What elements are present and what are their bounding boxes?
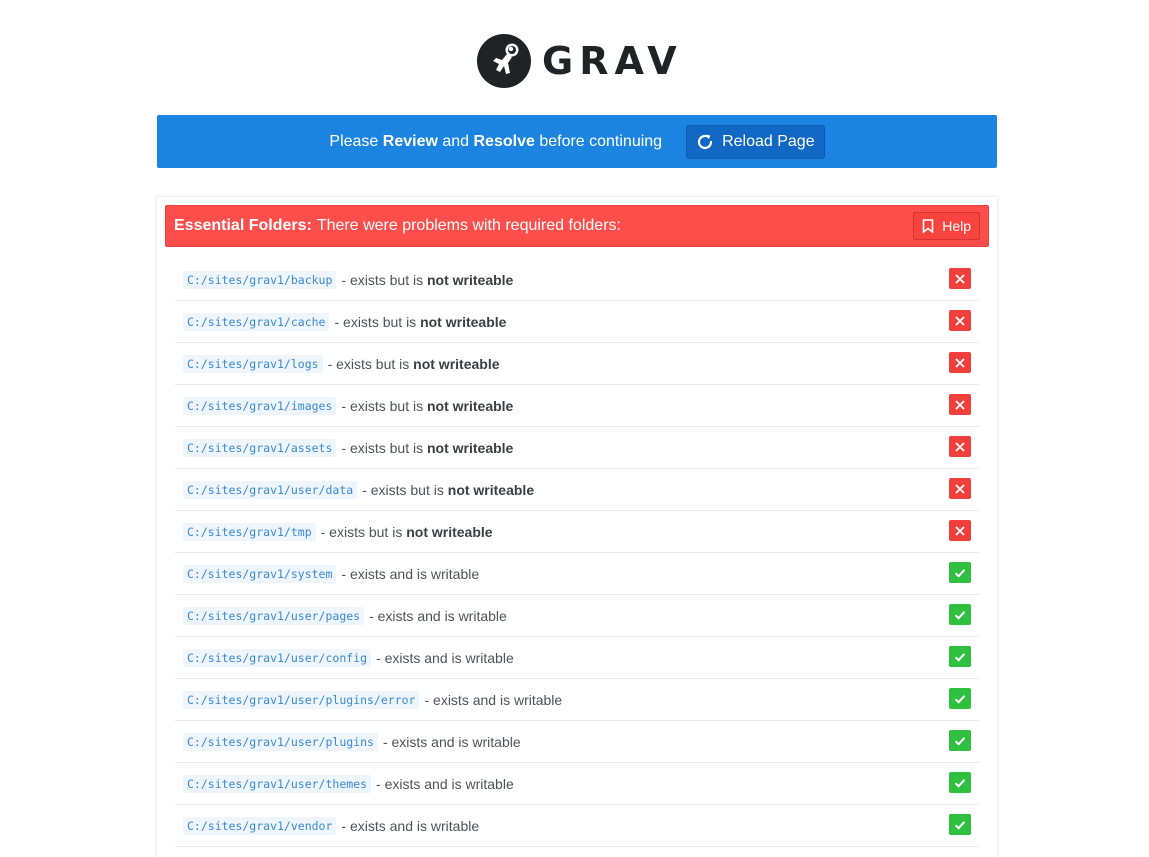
folder-status-text: - exists and is writable bbox=[382, 733, 521, 750]
help-label: Help bbox=[942, 218, 971, 234]
list-item: C:/sites/grav1/user/themes - exists and i… bbox=[175, 763, 979, 805]
folder-status-text: - exists but is not writeable bbox=[327, 355, 500, 372]
folder-status-text: - exists and is writable bbox=[369, 607, 507, 624]
folder-status-text: - exists but is not writeable bbox=[341, 271, 514, 288]
folder-path: C:/sites/grav1/logs bbox=[183, 354, 323, 373]
check-icon bbox=[949, 772, 971, 793]
folder-status-text: - exists and is writable bbox=[424, 691, 563, 708]
folder-path: C:/sites/grav1/user/data bbox=[183, 480, 358, 499]
help-button[interactable]: Help bbox=[913, 212, 980, 240]
list-item: C:/sites/grav1/assets - exists but is not… bbox=[175, 427, 979, 469]
close-icon bbox=[949, 394, 971, 415]
banner-message: Please Review and Resolve before continu… bbox=[329, 132, 663, 150]
close-icon bbox=[949, 268, 971, 289]
close-icon bbox=[949, 436, 971, 457]
list-item: C:/sites/grav1/user/pages - exists and is… bbox=[175, 595, 979, 637]
refresh-icon bbox=[698, 134, 713, 149]
review-banner: Please Review and Resolve before continu… bbox=[157, 115, 997, 168]
folder-status-text: - exists and is writable bbox=[376, 775, 514, 792]
folder-status-text: - exists and is writable bbox=[376, 649, 514, 666]
list-item: C:/sites/grav1/images - exists but is not… bbox=[175, 385, 979, 427]
folder-path: C:/sites/grav1/user/themes bbox=[183, 774, 372, 793]
list-item: C:/sites/grav1/logs - exists but is not w… bbox=[175, 343, 979, 385]
list-item: C:/sites/grav1/user/data - exists but is … bbox=[175, 469, 979, 511]
close-icon bbox=[949, 352, 971, 373]
folder-path: C:/sites/grav1/tmp bbox=[183, 522, 316, 541]
reload-page-button[interactable]: Reload Page bbox=[686, 124, 825, 159]
folder-path: C:/sites/grav1/system bbox=[183, 564, 337, 583]
check-icon bbox=[949, 562, 971, 583]
essential-folders-panel: Essential Folders: There were problems w… bbox=[157, 197, 997, 857]
panel-header: Essential Folders: There were problems w… bbox=[165, 205, 989, 247]
folder-path: C:/sites/grav1/user/config bbox=[183, 648, 372, 667]
grav-logo: GRAV bbox=[476, 32, 683, 90]
folder-status-text: - exists but is not writeable bbox=[341, 397, 514, 414]
check-icon bbox=[949, 604, 971, 625]
folder-status-text: - exists but is not writeable bbox=[334, 313, 507, 330]
list-item: C:/sites/grav1/user/plugins - exists and … bbox=[175, 721, 979, 763]
panel-title-bold: Essential Folders: bbox=[174, 217, 312, 234]
folder-path: C:/sites/grav1/backup bbox=[183, 270, 337, 289]
folder-status-text: - exists but is not writeable bbox=[362, 481, 535, 498]
reload-page-label: Reload Page bbox=[722, 132, 815, 150]
folder-status-text: - exists and is writable bbox=[341, 565, 480, 582]
folder-path: C:/sites/grav1/vendor bbox=[183, 816, 337, 835]
folder-path: C:/sites/grav1/user/pages bbox=[183, 606, 365, 625]
check-icon bbox=[949, 814, 971, 835]
check-icon bbox=[949, 688, 971, 709]
list-item: C:/sites/grav1/system - exists and is wri… bbox=[175, 553, 979, 595]
close-icon bbox=[949, 478, 971, 499]
list-item: C:/sites/grav1/user/plugins/error - exist… bbox=[175, 679, 979, 721]
list-item: C:/sites/grav1/vendor - exists and is wri… bbox=[175, 805, 979, 847]
folder-path: C:/sites/grav1/user/plugins/error bbox=[183, 690, 420, 709]
list-item: C:/sites/grav1/cache - exists but is not … bbox=[175, 301, 979, 343]
list-item: C:/sites/grav1/user/config - exists and i… bbox=[175, 637, 979, 679]
panel-title-text: There were problems with required folder… bbox=[316, 217, 621, 234]
folder-path: C:/sites/grav1/images bbox=[183, 396, 337, 415]
check-icon bbox=[949, 646, 971, 667]
folder-status-text: - exists but is not writeable bbox=[320, 523, 493, 540]
close-icon bbox=[949, 310, 971, 331]
check-icon bbox=[949, 730, 971, 751]
logo-wordmark: GRAV bbox=[542, 39, 683, 83]
astronaut-icon bbox=[477, 34, 531, 88]
folder-list: C:/sites/grav1/backup - exists but is not… bbox=[175, 259, 979, 847]
bookmark-icon bbox=[922, 219, 934, 233]
list-item: C:/sites/grav1/tmp - exists but is not wr… bbox=[175, 511, 979, 553]
folder-status-text: - exists but is not writeable bbox=[341, 439, 514, 456]
close-icon bbox=[949, 520, 971, 541]
folder-path: C:/sites/grav1/user/plugins bbox=[183, 732, 378, 751]
folder-path: C:/sites/grav1/assets bbox=[183, 438, 337, 457]
folder-status-text: - exists and is writable bbox=[341, 817, 480, 834]
list-item: C:/sites/grav1/backup - exists but is not… bbox=[175, 259, 979, 301]
folder-path: C:/sites/grav1/cache bbox=[183, 312, 330, 331]
